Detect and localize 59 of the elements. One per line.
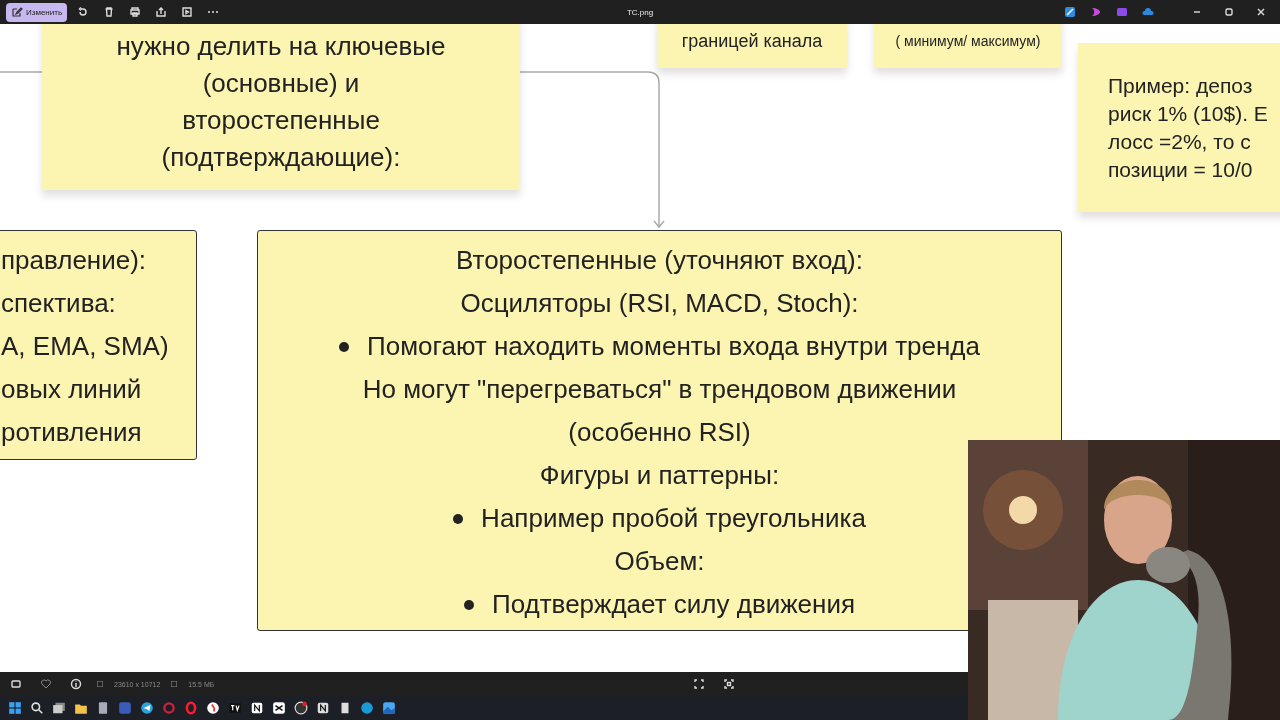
paint-app-icon: [1064, 6, 1076, 18]
note-text: второстепенные: [182, 104, 380, 137]
slideshow-icon: [181, 6, 194, 18]
edit-button[interactable]: Изменить: [6, 2, 68, 22]
windows-taskbar-button[interactable]: [6, 699, 23, 717]
node-text: правление):: [1, 244, 147, 277]
search-icon: [29, 701, 44, 715]
windows-icon: [7, 701, 22, 715]
bullet-icon: [339, 341, 350, 352]
note-text: лосс =2%, то с: [1108, 128, 1251, 155]
note-text: (подтверждающие):: [161, 141, 401, 174]
note-text: позиции = 10/0: [1108, 156, 1253, 183]
note-text: нужно делить на ключевые: [116, 30, 446, 63]
node-text: Например пробой треугольника: [481, 502, 866, 535]
close-icon: [1255, 6, 1267, 18]
node-text: Объем:: [613, 545, 706, 578]
bullet-icon: [453, 513, 464, 524]
node-text: Фигуры и паттерны:: [538, 459, 781, 492]
note-text: границей канала: [681, 30, 823, 53]
node-text: овых линий: [1, 373, 142, 406]
search-taskbar-button[interactable]: [28, 699, 45, 717]
node-text: ротивления: [1, 416, 142, 449]
cloud-icon: [1142, 6, 1154, 18]
note-text: (основные) и: [202, 67, 360, 100]
note-text: риск 1% (10$). Е: [1108, 100, 1268, 127]
node-text: А, EMA, SMA): [1, 330, 169, 363]
bullet-icon: [463, 599, 474, 610]
photos-icon: [381, 701, 396, 715]
window-title: TC.png: [626, 7, 654, 17]
node-text: Но могут "перегреваться" в трендовом движении (особенно RSI): [361, 373, 958, 449]
ribbon-app-icon: [1090, 6, 1102, 18]
connector-line: [0, 71, 42, 73]
task-view-icon: [51, 701, 66, 715]
info-icon: [70, 678, 82, 690]
node-text: Подтверждает силу движения: [491, 588, 856, 621]
node-text: Второстепенные (уточняют вход):: [455, 244, 864, 277]
rotate-icon: [77, 6, 90, 18]
telegram-icon: [139, 701, 154, 715]
film-app-icon: [1116, 6, 1128, 18]
note-text: ( минимум/ максимум): [895, 32, 1041, 51]
photos-taskbar-button[interactable]: [380, 699, 397, 717]
display-icon: [10, 678, 22, 690]
edit-icon: [11, 6, 23, 18]
node-text: Осциляторы (RSI, MACD, Stoch):: [459, 287, 860, 320]
maximize-icon: [1223, 6, 1235, 18]
actual-size-icon: [723, 678, 736, 690]
game-app-taskbar-button[interactable]: [116, 699, 133, 717]
fit-icon: [693, 678, 706, 690]
game-app-icon: [117, 701, 132, 715]
share-icon: [155, 6, 168, 18]
delete-icon: [103, 6, 116, 18]
print-icon: [129, 6, 142, 18]
note-text: Пример: депоз: [1108, 72, 1253, 99]
node-text: Помогают находить моменты входа внутри тренда: [367, 330, 980, 363]
telegram-taskbar-button[interactable]: [138, 699, 155, 717]
image-size-icon: [96, 680, 104, 688]
heart-icon: [40, 678, 52, 690]
node-text: спектива:: [1, 287, 116, 320]
file-size-icon: [170, 680, 179, 688]
